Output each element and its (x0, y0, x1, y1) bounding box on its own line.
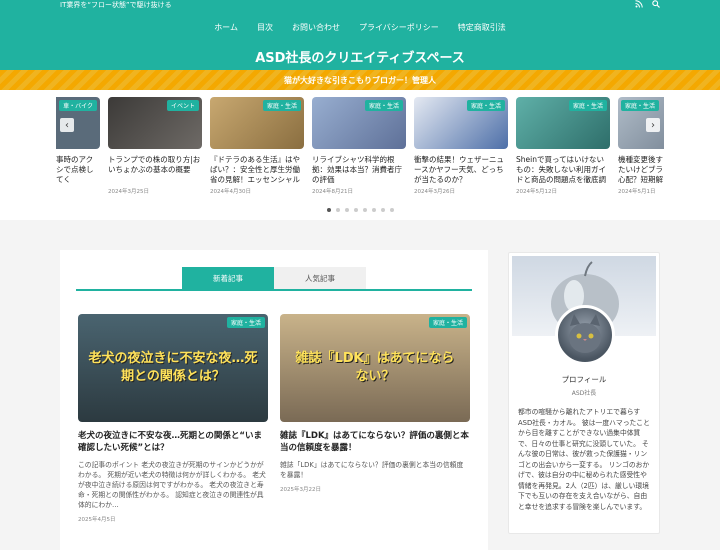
carousel-dot[interactable] (353, 208, 358, 212)
featured-carousel: 車・バイク 事時のアクシで点検してく イベント トランプでの株の取り方|おいちょ… (0, 90, 720, 220)
card-title: Sheinで買ってはいけないもの：失敗しない利用ガイドと商品の問題点を徹底調 (516, 155, 606, 184)
top-bar: IT業界を“フロー状態”で駆け抜ける (0, 0, 720, 10)
card-date: 2024年3月25日 (108, 189, 149, 195)
carousel-card[interactable]: 家庭・生活 『ドテラのある生活』はやばい？：安全性と厚生労働省の見解！エッセンシ… (210, 97, 304, 195)
article-excerpt: この記事のポイント 老犬の夜泣きが死期のサインかどうかがわかる。 死期が近い老犬… (78, 461, 266, 509)
article-date: 2025年3月22日 (280, 487, 321, 493)
carousel-card[interactable]: イベント トランプでの株の取り方|おいちょかぶの基本の概要 2024年3月25日 (108, 97, 202, 195)
site-subtitle: 猫が大好きな引きこもりブロガー！管理人 (284, 75, 436, 85)
site-header: ホーム 目次 お問い合わせ プライバシーポリシー 特定商取引法 ASD社長のクリ… (0, 10, 720, 70)
article-card[interactable]: 家庭・生活 雑誌『LDK』はあてにならない？ 雑誌『LDK』はあてにならない？評… (280, 314, 470, 523)
card-date: 2024年3月26日 (414, 189, 455, 195)
site-subtitle-bar: 猫が大好きな引きこもりブロガー！管理人 (0, 70, 720, 90)
carousel-card[interactable]: 車・バイク 事時のアクシで点検してく (56, 97, 100, 195)
article-title: 雑誌『LDK』はあてにならない？評価の裏側と本当の信頼度を暴露！ (280, 431, 469, 453)
thumbnail-caption: 雑誌『LDK』はあてにならない？ (295, 351, 455, 384)
nav-privacy[interactable]: プライバシーポリシー (359, 22, 439, 33)
profile-label: プロフィール (561, 375, 607, 384)
card-title: リライブシャツ科学的根拠：効果は本当？消費者庁の評価 (312, 155, 402, 184)
card-thumbnail: 家庭・生活 (414, 97, 508, 149)
nav-toc[interactable]: 目次 (257, 22, 273, 33)
card-thumbnail: イベント (108, 97, 202, 149)
carousel-next-button[interactable]: › (646, 118, 660, 132)
article-list: 家庭・生活 老犬の夜泣きに不安な夜…死期との関係とは？ 老犬の夜泣きに不安な夜…… (60, 314, 488, 523)
article-date: 2025年4月5日 (78, 517, 116, 523)
thumbnail-caption: 老犬の夜泣きに不安な夜…死期との関係とは？ (88, 351, 258, 384)
main-content: 新着記事 人気記事 家庭・生活 老犬の夜泣きに不安な夜…死期との関係とは？ 老犬… (60, 250, 488, 550)
article-title: 老犬の夜泣きに不安な夜…死期との関係と“いま確認したい死候”とは？ (78, 431, 263, 453)
profile-widget: プロフィール ASD社長 都市の喧騒から離れたアトリエで暮らすASD社長・カオル… (508, 252, 660, 534)
carousel-dot[interactable] (344, 208, 349, 212)
nav-contact[interactable]: お問い合わせ (292, 22, 340, 33)
nav-home[interactable]: ホーム (214, 22, 238, 33)
card-title: トランプでの株の取り方|おいちょかぶの基本の概要 (108, 155, 201, 174)
card-thumbnail: 家庭・生活 (210, 97, 304, 149)
carousel-dot[interactable] (326, 208, 331, 212)
profile-name: ASD社長 (571, 390, 597, 397)
carousel-prev-button[interactable]: ‹ (60, 118, 74, 132)
article-tabs: 新着記事 人気記事 (60, 267, 488, 289)
category-badge: 家庭・生活 (428, 317, 467, 328)
article-card[interactable]: 家庭・生活 老犬の夜泣きに不安な夜…死期との関係とは？ 老犬の夜泣きに不安な夜…… (78, 314, 268, 523)
carousel-card[interactable]: 家庭・生活 リライブシャツ科学的根拠：効果は本当？消費者庁の評価 2024年8月… (312, 97, 406, 195)
card-thumbnail: 家庭・生活 (312, 97, 406, 149)
site-title[interactable]: ASD社長のクリエイティブスペース (0, 47, 720, 66)
card-title: 機種変更後すたいけどブラ心配？短期解 (618, 155, 663, 184)
chevron-left-icon: ‹ (65, 119, 69, 131)
avatar[interactable] (555, 305, 615, 365)
carousel-card[interactable]: 家庭・生活 Sheinで買ってはいけないもの：失敗しない利用ガイドと商品の問題点… (516, 97, 610, 195)
tab-underline (76, 289, 472, 291)
cat-icon (569, 314, 601, 353)
top-icons (635, 0, 660, 10)
category-badge: 家庭・生活 (568, 100, 607, 111)
tab-new-articles[interactable]: 新着記事 (182, 267, 274, 289)
card-thumbnail: 家庭・生活 (516, 97, 610, 149)
card-date: 2024年8月21日 (312, 189, 353, 195)
card-date: 2024年4月30日 (210, 189, 251, 195)
card-date: 2024年5月1日 (618, 189, 656, 195)
category-badge: 家庭・生活 (621, 100, 660, 111)
carousel-card[interactable]: 家庭・生活 衝撃の結果！ウェザーニュースかヤフー天気、どっちが当たるのか？ 20… (414, 97, 508, 195)
category-badge: 車・バイク (59, 100, 97, 111)
carousel-dot[interactable] (362, 208, 367, 212)
category-badge: 家庭・生活 (226, 317, 265, 328)
nav-commerce-law[interactable]: 特定商取引法 (458, 22, 506, 33)
category-badge: 家庭・生活 (364, 100, 403, 111)
category-badge: イベント (166, 100, 199, 111)
category-badge: 家庭・生活 (262, 100, 301, 111)
tab-popular-articles[interactable]: 人気記事 (274, 267, 366, 289)
carousel-dots (0, 208, 720, 212)
chevron-right-icon: › (651, 119, 655, 131)
article-thumbnail: 家庭・生活 雑誌『LDK』はあてにならない？ (280, 314, 470, 422)
profile-bio: 都市の喧騒から離れたアトリエで暮らすASD社長・カオル。 彼は一度ハマったことか… (518, 408, 650, 511)
main-nav: ホーム 目次 お問い合わせ プライバシーポリシー 特定商取引法 (0, 10, 720, 33)
search-icon[interactable] (652, 0, 660, 10)
card-title: 衝撃の結果！ウェザーニュースかヤフー天気、どっちが当たるのか？ (414, 155, 504, 184)
carousel-dot[interactable] (371, 208, 376, 212)
carousel-dot[interactable] (335, 208, 340, 212)
article-thumbnail: 家庭・生活 老犬の夜泣きに不安な夜…死期との関係とは？ (78, 314, 268, 422)
carousel-dot[interactable] (380, 208, 385, 212)
rss-icon[interactable] (635, 0, 643, 10)
carousel-dot[interactable] (389, 208, 394, 212)
card-title: 『ドテラのある生活』はやばい？：安全性と厚生労働省の見解！エッセンシャル (210, 155, 300, 184)
category-badge: 家庭・生活 (466, 100, 505, 111)
article-excerpt: 雑誌「LDK」はあてにならない？評価の裏側と本当の信頼度を暴露！ (280, 461, 464, 479)
carousel-card[interactable]: 家庭・生活 機種変更後すたいけどブラ心配？短期解 2024年5月1日 (618, 97, 664, 195)
card-title: 事時のアクシで点検してく (56, 155, 94, 184)
carousel-track: 車・バイク 事時のアクシで点検してく イベント トランプでの株の取り方|おいちょ… (56, 97, 664, 195)
card-date: 2024年5月12日 (516, 189, 557, 195)
top-tagline: IT業界を“フロー状態”で駆け抜ける (60, 1, 172, 9)
